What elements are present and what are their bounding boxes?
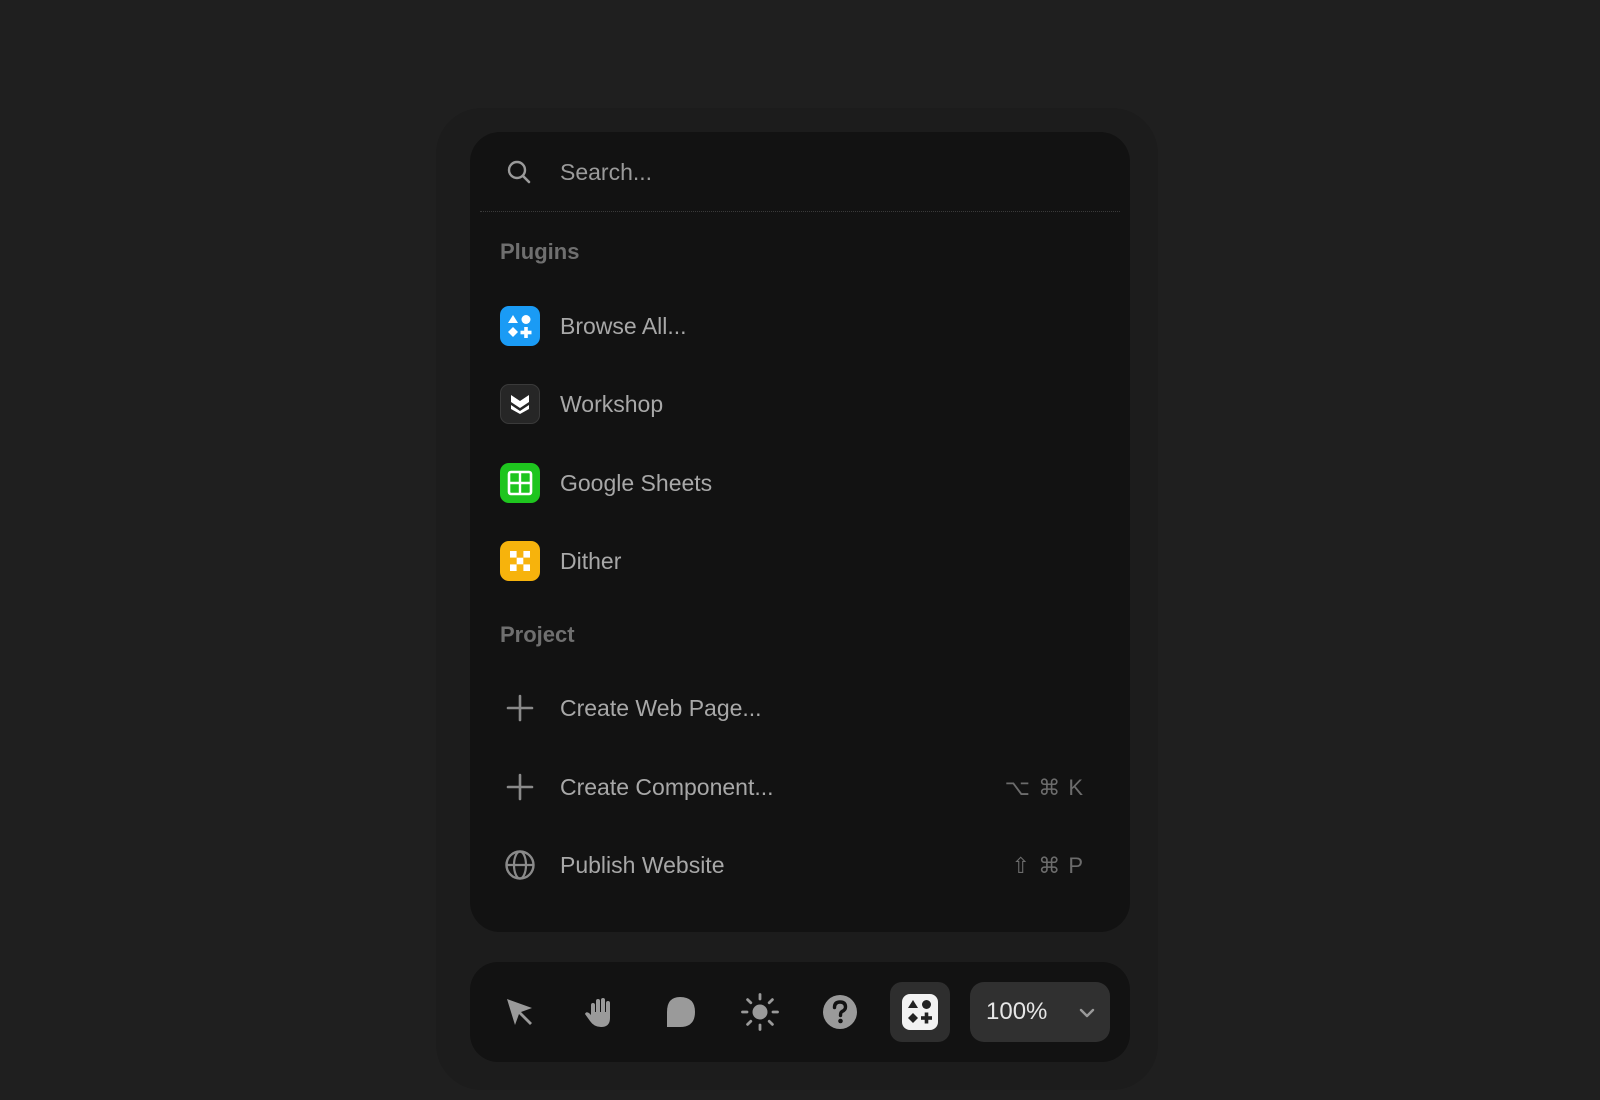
plugin-label: Google Sheets (560, 470, 713, 496)
plugin-label: Browse All... (560, 313, 687, 339)
search-row (470, 132, 1130, 212)
comment-tool-button[interactable] (650, 982, 710, 1042)
search-input[interactable] (560, 152, 1080, 192)
plugins-grid-icon (500, 306, 540, 346)
project-item-create-component[interactable]: Create Component... ⌥ ⌘ K (480, 756, 1120, 818)
project-label: Create Web Page... (560, 695, 762, 721)
command-palette: Plugins Browse All... Workshop (470, 132, 1130, 932)
theme-sun-icon (741, 993, 779, 1031)
project-label: Publish Website (560, 852, 725, 878)
plugin-item-browse-all[interactable]: Browse All... (480, 295, 1120, 357)
zoom-dropdown[interactable]: 100% (970, 982, 1110, 1042)
plus-icon (500, 688, 540, 728)
globe-icon (500, 845, 540, 885)
plugin-label: Workshop (560, 391, 664, 417)
plugin-item-workshop[interactable]: Workshop (480, 373, 1120, 435)
plugins-grid-icon (902, 994, 938, 1030)
plugins-button[interactable] (890, 982, 950, 1042)
project-label: Create Component... (560, 774, 774, 800)
section-title-project: Project (500, 622, 575, 647)
select-tool-button[interactable] (490, 982, 550, 1042)
plugin-label: Dither (560, 548, 622, 574)
plugin-item-google-sheets[interactable]: Google Sheets (480, 452, 1120, 514)
comment-icon (667, 997, 695, 1027)
divider (480, 211, 1120, 212)
keyboard-shortcut: ⇧ ⌘ P (1011, 853, 1084, 878)
dither-icon (500, 541, 540, 581)
chevron-down-icon (1079, 1008, 1095, 1018)
section-title-plugins: Plugins (500, 239, 580, 264)
search-icon (507, 160, 531, 184)
google-sheets-icon (500, 463, 540, 503)
help-icon (823, 995, 857, 1029)
zoom-value: 100% (986, 998, 1048, 1025)
help-button[interactable] (810, 982, 870, 1042)
project-item-publish-website[interactable]: Publish Website ⇧ ⌘ P (480, 834, 1120, 896)
bottom-toolbar: 100% (470, 962, 1130, 1062)
select-cursor-icon (507, 999, 532, 1025)
theme-toggle-button[interactable] (730, 982, 790, 1042)
project-item-create-web-page[interactable]: Create Web Page... (480, 677, 1120, 739)
hand-icon (585, 998, 610, 1027)
keyboard-shortcut: ⌥ ⌘ K (1004, 775, 1084, 800)
workshop-icon (500, 384, 540, 424)
plugin-item-dither[interactable]: Dither (480, 530, 1120, 592)
plus-icon (500, 767, 540, 807)
hand-tool-button[interactable] (570, 982, 630, 1042)
